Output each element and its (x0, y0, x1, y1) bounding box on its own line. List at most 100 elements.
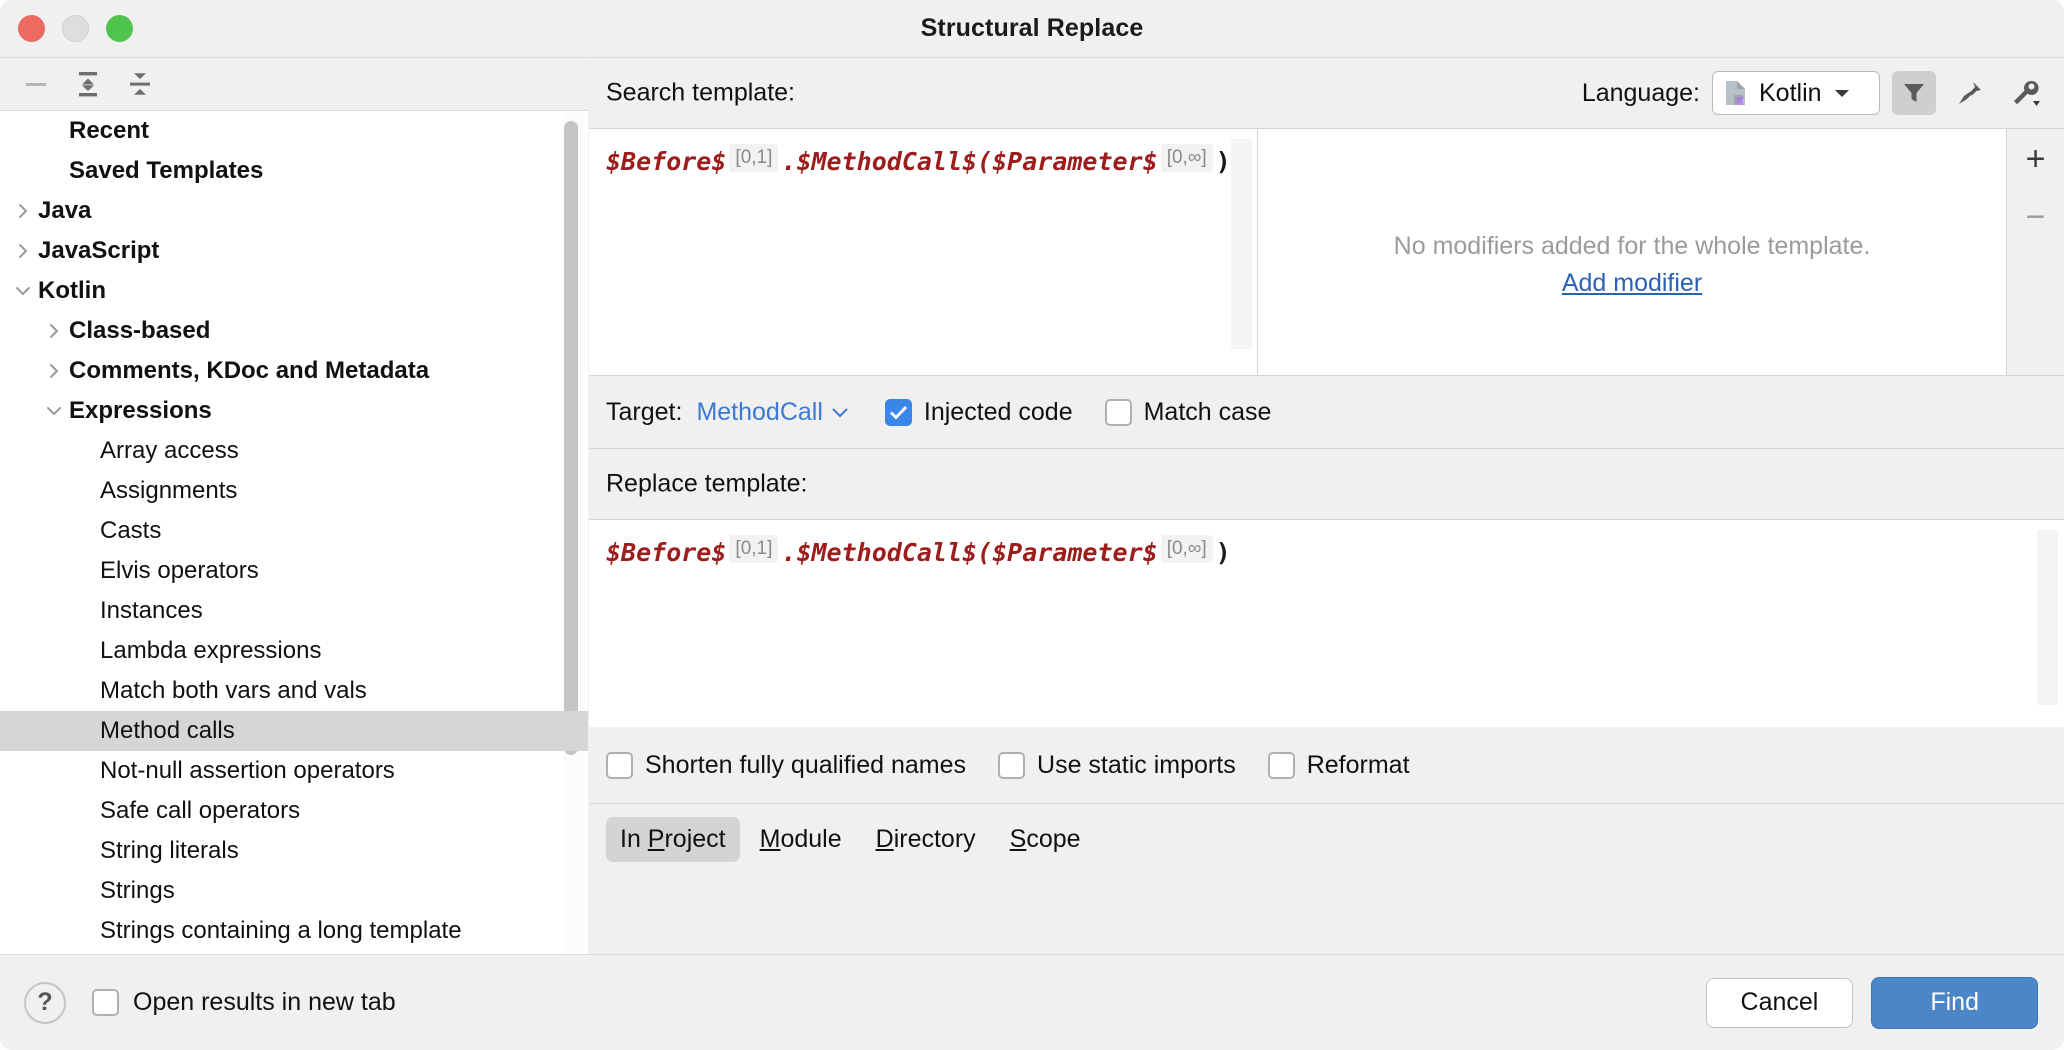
scope-tab-suffix: cope (1026, 825, 1080, 853)
chevron-right-icon[interactable] (39, 322, 69, 340)
target-dropdown[interactable]: MethodCall (696, 398, 848, 427)
tree-item[interactable]: Assignments (0, 471, 588, 511)
collapse-icon[interactable] (10, 62, 62, 106)
wrench-icon[interactable] (2004, 71, 2048, 115)
templates-tree[interactable]: Recent Saved Templates Java JavaScript Kotli… (0, 111, 588, 955)
tree-item-label: Saved Templates (69, 157, 263, 185)
language-value: Kotlin (1759, 79, 1822, 108)
search-token-methodcall: .$MethodCall$( (781, 147, 992, 176)
tree-item-label: Match both vars and vals (100, 677, 367, 705)
tree-item[interactable]: Array access (0, 431, 588, 471)
tree-item[interactable]: Strings (0, 871, 588, 911)
scope-tab[interactable]: Module (746, 817, 856, 862)
tree-item[interactable]: Elvis operators (0, 551, 588, 591)
tree-item[interactable]: Saved Templates (0, 151, 588, 191)
tree-item-label: Strings (100, 877, 175, 905)
tree-item[interactable]: Strings containing a long template (0, 911, 588, 951)
search-editor-row: $Before$ [0,1] .$MethodCall$( $Parameter… (589, 128, 2064, 375)
injected-code-checkbox[interactable]: Injected code (885, 398, 1073, 427)
cancel-button[interactable]: Cancel (1706, 978, 1854, 1028)
chevron-down-icon[interactable] (8, 282, 38, 300)
replace-template-code: $Before$ [0,1] .$MethodCall$( $Parameter… (606, 538, 1231, 570)
tree-item-label: Instances (100, 597, 203, 625)
tree-item[interactable]: Kotlin (0, 271, 588, 311)
find-button[interactable]: Find (1871, 977, 2038, 1029)
shorten-names-checkbox[interactable]: Shorten fully qualified names (606, 751, 966, 780)
replace-count-parameter: [0,∞] (1161, 535, 1213, 563)
reformat-checkbox-box[interactable] (1268, 752, 1295, 779)
close-button[interactable] (18, 15, 45, 42)
chevron-down-icon (831, 406, 849, 418)
tree-item[interactable]: Lambda expressions (0, 631, 588, 671)
tree-item-label: Strings containing a long template (100, 917, 462, 945)
scope-tab-mnemonic: S (1010, 825, 1027, 853)
tree-item[interactable]: Comments, KDoc and Metadata (0, 351, 588, 391)
replace-template-label: Replace template: (606, 470, 808, 499)
filter-icon[interactable] (1892, 71, 1936, 115)
scope-tabs: In ProjectModuleDirectoryScope (589, 803, 2064, 875)
search-count-before: [0,1] (729, 144, 778, 172)
scope-tab-prefix: In (620, 825, 648, 853)
collapse-all-icon[interactable] (114, 62, 166, 106)
match-case-checkbox[interactable]: Match case (1105, 398, 1272, 427)
search-template-label: Search template: (606, 79, 795, 108)
match-case-label: Match case (1144, 398, 1272, 427)
scope-tab[interactable]: In Project (606, 817, 740, 862)
tree-item-label: Class-based (69, 317, 210, 345)
static-imports-checkbox[interactable]: Use static imports (998, 751, 1236, 780)
tree-item-label: Method calls (100, 717, 235, 745)
reformat-checkbox[interactable]: Reformat (1268, 751, 1410, 780)
tree-item[interactable]: Method calls (0, 711, 588, 751)
add-modifier-button[interactable]: + (2016, 139, 2056, 179)
tree-item[interactable]: Casts (0, 511, 588, 551)
tree-item[interactable]: Class-based (0, 311, 588, 351)
scope-tab[interactable]: Directory (862, 817, 990, 862)
open-new-tab-checkbox[interactable]: Open results in new tab (92, 988, 396, 1017)
search-editor-scrollbar[interactable] (1231, 139, 1252, 349)
tree-item[interactable]: Match both vars and vals (0, 671, 588, 711)
search-template-editor[interactable]: $Before$ [0,1] .$MethodCall$( $Parameter… (589, 129, 1257, 376)
replace-editor-scrollbar[interactable] (2037, 530, 2058, 705)
scope-tab-suffix: irectory (894, 825, 976, 853)
title-bar: Structural Replace (0, 0, 2064, 57)
tree-item[interactable]: Not-null assertion operators (0, 751, 588, 791)
add-modifier-link[interactable]: Add modifier (1562, 269, 1702, 298)
maximize-button[interactable] (106, 15, 133, 42)
chevron-right-icon[interactable] (8, 202, 38, 220)
modifiers-side-toolbar: + − (2006, 129, 2064, 375)
shorten-names-checkbox-box[interactable] (606, 752, 633, 779)
search-token-before: $Before$ (606, 147, 726, 176)
static-imports-checkbox-box[interactable] (998, 752, 1025, 779)
expand-all-icon[interactable] (62, 62, 114, 106)
tree-item-label: Assignments (100, 477, 237, 505)
replace-token-close-paren: ) (1216, 538, 1231, 567)
chevron-right-icon[interactable] (8, 242, 38, 260)
language-dropdown[interactable]: Kotlin (1712, 71, 1880, 115)
scope-tab[interactable]: Scope (996, 817, 1095, 862)
editor-panel: Search template: Language: Kotlin (589, 57, 2064, 954)
tree-item-label: JavaScript (38, 237, 159, 265)
tree-item[interactable]: Safe call operators (0, 791, 588, 831)
tree-item-label: Recent (69, 117, 149, 145)
minimize-button[interactable] (62, 15, 89, 42)
tree-item[interactable]: Java (0, 191, 588, 231)
pin-icon[interactable] (1948, 71, 1992, 115)
tree-item[interactable]: Recent (0, 111, 588, 151)
replace-template-editor[interactable]: $Before$ [0,1] .$MethodCall$( $Parameter… (589, 520, 2064, 728)
modifiers-empty-state: No modifiers added for the whole templat… (1258, 129, 2006, 375)
chevron-right-icon[interactable] (39, 362, 69, 380)
target-row: Target: MethodCall Injected code Match c… (589, 375, 2064, 448)
match-case-checkbox-box[interactable] (1105, 399, 1132, 426)
injected-code-checkbox-box[interactable] (885, 399, 912, 426)
tree-item[interactable]: Expressions (0, 391, 588, 431)
tree-item[interactable]: JavaScript (0, 231, 588, 271)
tree-item[interactable]: String literals (0, 831, 588, 871)
tree-item-label: Array access (100, 437, 239, 465)
replace-template-header: Replace template: (589, 448, 2064, 519)
tree-item[interactable]: Instances (0, 591, 588, 631)
open-new-tab-checkbox-box[interactable] (92, 989, 119, 1016)
remove-modifier-button[interactable]: − (2016, 197, 2056, 237)
help-button[interactable]: ? (24, 982, 66, 1024)
search-count-parameter: [0,∞] (1161, 144, 1213, 172)
chevron-down-icon[interactable] (39, 402, 69, 420)
